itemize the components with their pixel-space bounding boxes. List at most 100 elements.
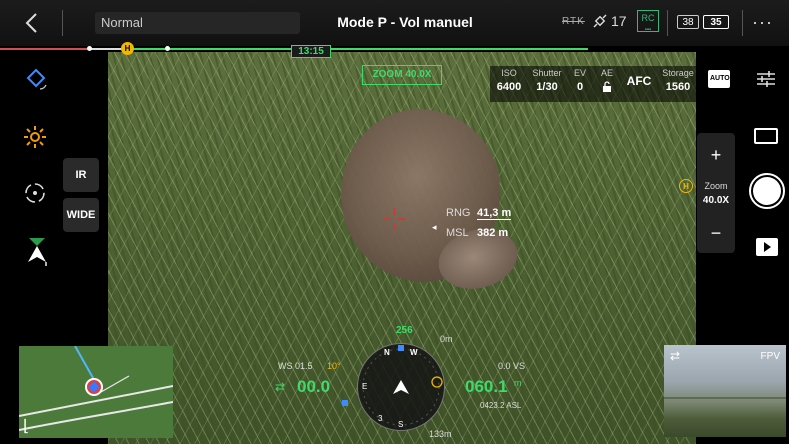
ev-label: EV — [573, 68, 586, 78]
pilot-app-screen: Normal Mode P - Vol manuel RTK 17 RC ▪▪▪… — [0, 0, 789, 444]
lens-ir-button[interactable]: IR — [63, 158, 99, 192]
drone-icon — [88, 381, 100, 393]
waypoint-mode-button[interactable] — [24, 66, 54, 96]
zoom-value[interactable]: 40.0X — [697, 195, 735, 206]
home-direction-marker: H — [679, 179, 693, 193]
zoom-level-badge: ZOOM 40.0X — [362, 65, 442, 85]
sliders-icon — [757, 71, 775, 87]
topbar-divider — [667, 10, 668, 36]
aircraft-position-marker — [85, 378, 103, 396]
shutter-value: 1/30 — [536, 81, 558, 93]
settings-sliders-button[interactable] — [755, 68, 777, 90]
storage-value: 1560 — [665, 81, 691, 93]
topbar-divider — [62, 10, 63, 36]
zoom-label: Zoom — [704, 181, 728, 191]
focus-mode[interactable]: AFC — [624, 74, 654, 88]
shutter-setting[interactable]: Shutter 1/30 — [530, 68, 564, 93]
shutter-label: Shutter — [532, 68, 562, 78]
minimap[interactable]: ⌊ — [19, 346, 173, 438]
speed-unit-icon: ⇄ — [275, 380, 286, 394]
rc-label: RC — [641, 13, 655, 23]
camera-auto-icon: AUTO — [710, 75, 730, 82]
vertical-speed: 0.0 VS — [498, 361, 526, 371]
ae-label: AE — [600, 68, 613, 78]
ev-value: 0 — [576, 81, 584, 93]
back-chevron-icon — [25, 13, 37, 33]
swap-view-icon[interactable]: ⇄ — [670, 349, 680, 363]
map-expand-icon[interactable]: ⌊ — [23, 416, 29, 436]
aircraft-arrow-icon — [28, 238, 47, 266]
storage-label: Storage — [662, 68, 694, 78]
iso-label: ISO — [501, 68, 517, 78]
more-menu-button[interactable]: ··· — [752, 12, 773, 33]
range-pointer-icon: ◂ — [432, 222, 437, 232]
compass-s: S — [398, 420, 404, 429]
spotlight-button[interactable] — [20, 122, 50, 152]
shutter-button[interactable] — [749, 173, 785, 209]
iso-setting[interactable]: ISO 6400 — [496, 68, 522, 93]
wind-speed: WS 01.5 — [278, 361, 313, 371]
drone-heading-marker — [342, 400, 348, 406]
target-icon — [25, 183, 45, 203]
ae-lock-setting[interactable]: AE — [596, 68, 618, 95]
satellite-count: 17 — [611, 13, 627, 29]
rtk-status[interactable]: RTK — [562, 16, 585, 27]
lens-wide-button[interactable]: WIDE — [63, 198, 99, 232]
compass-w: W — [410, 348, 418, 357]
back-button[interactable] — [14, 6, 48, 40]
track-traveled — [0, 48, 90, 50]
ev-setting[interactable]: EV 0 — [570, 68, 590, 93]
compass-mark: 3 — [378, 414, 383, 423]
page-title: Mode P - Vol manuel — [337, 14, 473, 30]
compass-ticks — [362, 345, 443, 426]
track-remaining — [128, 48, 588, 50]
battery-2[interactable]: 35 — [703, 15, 729, 29]
altitude-marker: 0m — [440, 334, 453, 344]
horizon-line — [664, 397, 786, 399]
range-value: 41,3 m — [477, 207, 512, 220]
photo-mode-button[interactable] — [754, 128, 778, 144]
home-point-marker: H — [121, 42, 134, 55]
rc-signal-badge[interactable]: RC ▪▪▪ — [637, 10, 659, 33]
msl-label: MSL — [446, 227, 469, 239]
rc-bars-icon: ▪▪▪ — [644, 27, 652, 33]
playback-button[interactable] — [756, 238, 778, 256]
fpv-preview[interactable]: ⇄ FPV — [664, 345, 786, 437]
attitude-compass[interactable]: N W S E 3 — [357, 343, 445, 431]
horizontal-speed: 00.0 — [297, 377, 331, 396]
zoom-panel: + Zoom 40.0X − — [697, 133, 735, 253]
auto-camera-button[interactable]: AUTO — [708, 70, 730, 88]
compass-e: E — [362, 382, 368, 391]
wind-direction: 10° — [327, 361, 341, 371]
fpv-label: FPV — [760, 351, 780, 362]
satellite-status[interactable]: 17 — [592, 13, 627, 29]
battery-1[interactable]: 38 — [677, 15, 699, 29]
target-lock-button[interactable] — [20, 178, 50, 208]
topbar-divider — [742, 10, 743, 36]
top-bar: Normal Mode P - Vol manuel RTK 17 RC ▪▪▪… — [0, 0, 789, 46]
flight-mode-label[interactable]: Normal — [95, 12, 300, 34]
return-to-home-button[interactable] — [22, 237, 52, 267]
altitude-value: 060.1 — [465, 377, 508, 396]
sun-icon — [24, 126, 46, 148]
camera-settings-bar[interactable]: ISO 6400 Shutter 1/30 EV 0 AE AFC Storag… — [490, 66, 700, 102]
iso-value: 6400 — [496, 81, 522, 93]
storage-info[interactable]: Storage 1560 — [658, 68, 698, 93]
unlock-icon — [596, 81, 618, 95]
zoom-in-button[interactable]: + — [697, 145, 735, 166]
track-dot — [87, 46, 92, 51]
asl-altitude: 0423.2 ASL — [480, 401, 522, 410]
flight-time: 13:15 — [291, 45, 331, 58]
altitude-unit: m — [514, 378, 522, 388]
track-dot — [165, 46, 170, 51]
heading-value: 256 — [396, 325, 413, 336]
compass-n: N — [384, 348, 390, 357]
diamond-waypoint-icon — [26, 68, 47, 90]
range-label: RNG — [446, 207, 471, 219]
satellite-icon — [593, 14, 607, 28]
zoom-out-button[interactable]: − — [697, 223, 735, 244]
play-icon — [764, 242, 771, 252]
crosshair-icon — [383, 208, 405, 230]
msl-value: 382 m — [477, 227, 509, 239]
home-distance: 133m — [429, 429, 452, 439]
